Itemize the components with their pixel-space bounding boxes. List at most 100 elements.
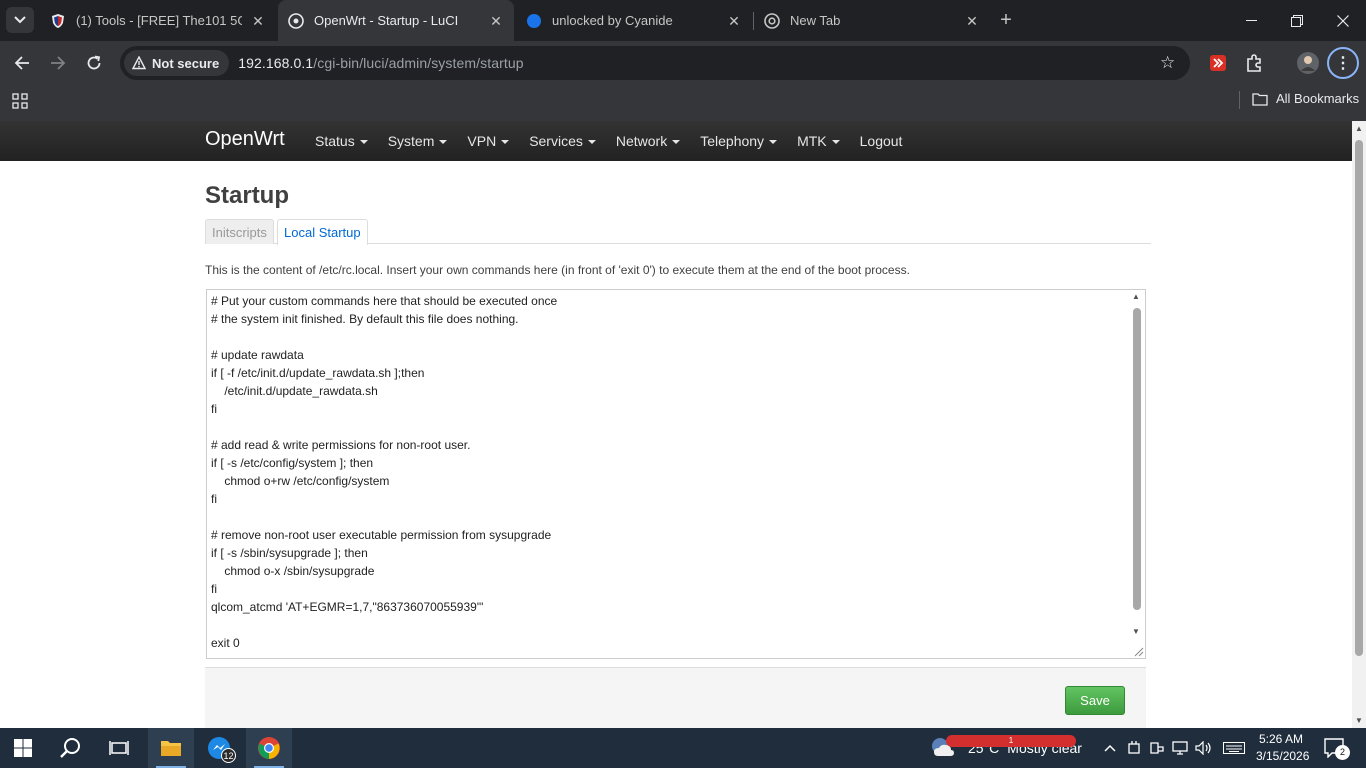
close-icon[interactable]: ✕ xyxy=(964,13,980,29)
weather-widget[interactable]: 1 25°C Mostly clear xyxy=(930,728,1082,768)
extension-icon[interactable] xyxy=(1208,53,1228,73)
menu-logout[interactable]: Logout xyxy=(860,133,903,149)
usb-icon[interactable] xyxy=(1124,738,1144,758)
tab-local-startup[interactable]: Local Startup xyxy=(277,219,368,245)
tab-label: unlocked by Cyanide xyxy=(552,13,673,28)
tab-new-tab[interactable]: New Tab ✕ xyxy=(754,0,990,41)
close-icon[interactable]: ✕ xyxy=(488,13,504,29)
messenger-badge: 12 xyxy=(221,748,236,763)
scroll-up-icon[interactable]: ▲ xyxy=(1355,124,1363,133)
all-bookmarks[interactable]: All Bookmarks xyxy=(1252,91,1359,106)
menu-network[interactable]: Network xyxy=(616,133,681,149)
tab-initscripts[interactable]: Initscripts xyxy=(205,219,274,244)
menu-label: Services xyxy=(529,133,583,149)
kebab-menu-icon[interactable]: ⋮ xyxy=(1327,47,1359,79)
file-explorer-icon[interactable] xyxy=(148,728,194,768)
scroll-up-icon[interactable]: ▲ xyxy=(1132,292,1140,301)
chevron-up-icon[interactable] xyxy=(1100,738,1120,758)
tab-label: (1) Tools - [FREE] The101 5G v7 xyxy=(76,13,242,28)
notification-count: 2 xyxy=(1335,745,1350,760)
close-window-icon[interactable] xyxy=(1320,0,1366,41)
tab-openwrt-startup[interactable]: OpenWrt - Startup - LuCI ✕ xyxy=(278,0,514,41)
wifi-icon[interactable] xyxy=(1171,738,1191,758)
scroll-down-icon[interactable]: ▼ xyxy=(1355,716,1363,725)
caret-down-icon xyxy=(359,140,368,145)
keyboard-icon[interactable] xyxy=(1222,738,1246,758)
menu-services[interactable]: Services xyxy=(529,133,596,149)
address-bar[interactable]: Not secure 192.168.0.1/cgi-bin/luci/admi… xyxy=(120,46,1190,80)
security-chip[interactable]: Not secure xyxy=(124,50,230,76)
tab-search-icon[interactable] xyxy=(6,7,34,33)
close-icon[interactable]: ✕ xyxy=(726,13,742,29)
shield-icon xyxy=(52,13,64,28)
back-arrow-icon[interactable] xyxy=(8,49,36,77)
plus-icon[interactable]: + xyxy=(996,10,1016,30)
openwrt-favicon xyxy=(288,12,304,29)
menu-vpn[interactable]: VPN xyxy=(467,133,510,149)
star-icon[interactable]: ☆ xyxy=(1160,54,1178,72)
avatar[interactable] xyxy=(1297,52,1319,74)
reload-icon[interactable] xyxy=(80,49,108,77)
search-icon[interactable] xyxy=(48,728,94,768)
menu-status[interactable]: Status xyxy=(315,133,368,149)
windows-taskbar: 12 1 25°C Mostly clear 5:26 AM 3/15/2026… xyxy=(0,728,1366,768)
network-adapter-icon[interactable] xyxy=(1147,738,1167,758)
url-host: 192.168.0.1 xyxy=(238,55,314,71)
menu-mtk[interactable]: MTK xyxy=(797,133,840,149)
page-viewport: OpenWrt Status System VPN Services Netwo… xyxy=(0,121,1352,728)
chrome-favicon xyxy=(764,12,780,29)
caret-down-icon xyxy=(439,140,448,145)
url-text[interactable]: 192.168.0.1/cgi-bin/luci/admin/system/st… xyxy=(238,55,523,71)
security-label: Not secure xyxy=(152,55,220,71)
tab-strip: (1) Tools - [FREE] The101 5G v7 ✕ OpenWr… xyxy=(0,0,1366,41)
page-scroll-thumb[interactable] xyxy=(1355,140,1363,656)
apps-grid-icon[interactable] xyxy=(12,93,28,109)
luci-navbar: OpenWrt Status System VPN Services Netwo… xyxy=(0,121,1352,161)
task-view-icon[interactable] xyxy=(96,728,142,768)
messenger-icon[interactable]: 12 xyxy=(196,728,242,768)
textarea-scrollbar[interactable]: ▲ ▼ xyxy=(1131,292,1143,636)
page-scrollbar[interactable]: ▲ ▼ xyxy=(1352,121,1366,728)
bookmarks-bar xyxy=(0,85,1366,121)
forward-arrow-icon[interactable] xyxy=(44,49,72,77)
chrome-icon[interactable] xyxy=(246,728,292,768)
menu-label: System xyxy=(387,133,435,149)
caret-down-icon xyxy=(672,140,681,145)
menu-telephony[interactable]: Telephony xyxy=(700,133,778,149)
bell-icon[interactable]: 2 xyxy=(1324,738,1350,760)
bookmarks-separator xyxy=(1239,91,1240,109)
brand-logo[interactable]: OpenWrt xyxy=(205,128,285,151)
tab-label: New Tab xyxy=(790,13,841,28)
save-button[interactable]: Save xyxy=(1065,686,1125,715)
menu-system[interactable]: System xyxy=(388,133,448,149)
menu-label: MTK xyxy=(797,133,827,149)
volume-icon[interactable] xyxy=(1194,738,1214,758)
scroll-down-icon[interactable]: ▼ xyxy=(1132,627,1140,636)
minimize-icon[interactable] xyxy=(1228,0,1274,41)
caret-down-icon xyxy=(587,140,596,145)
cyanide-favicon xyxy=(527,13,541,28)
resize-grip-icon[interactable] xyxy=(1132,645,1144,657)
close-icon[interactable]: ✕ xyxy=(250,13,266,29)
restore-icon[interactable] xyxy=(1274,0,1320,41)
caret-down-icon xyxy=(769,140,778,145)
tab-label: OpenWrt - Startup - LuCI xyxy=(314,13,459,28)
puzzle-icon[interactable] xyxy=(1245,53,1265,73)
tab-cyanide[interactable]: unlocked by Cyanide ✕ xyxy=(516,0,752,41)
menu-label: Status xyxy=(315,133,355,149)
rc-local-content[interactable]: # Put your custom commands here that sho… xyxy=(211,292,557,652)
form-actions: Save xyxy=(205,667,1146,728)
windows-start-icon[interactable] xyxy=(0,728,46,768)
clock-date: 3/15/2026 xyxy=(1256,749,1310,763)
tab-tools[interactable]: (1) Tools - [FREE] The101 5G v7 ✕ xyxy=(40,0,276,41)
browser-toolbar: Not secure 192.168.0.1/cgi-bin/luci/admi… xyxy=(0,41,1366,85)
clock-time: 5:26 AM xyxy=(1258,732,1304,746)
caret-down-icon xyxy=(831,140,840,145)
menu-label: Telephony xyxy=(700,133,765,149)
page-tabs: Initscripts Local Startup xyxy=(205,219,1151,245)
textarea-scroll-thumb[interactable] xyxy=(1133,308,1141,610)
main-menu: Status System VPN Services Network Telep… xyxy=(315,121,922,161)
system-clock[interactable]: 5:26 AM 3/15/2026 xyxy=(1256,731,1310,765)
rc-local-textarea[interactable]: # Put your custom commands here that sho… xyxy=(206,289,1146,659)
all-bookmarks-label: All Bookmarks xyxy=(1276,91,1360,106)
